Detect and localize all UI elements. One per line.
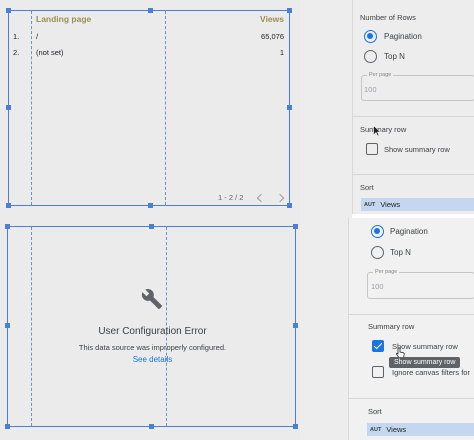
sort-field-name: Views [386, 425, 407, 434]
show-summary-row-checkbox[interactable] [366, 143, 378, 155]
sort-field-chip[interactable]: AUT Views [367, 423, 474, 436]
divider [349, 314, 474, 315]
error-message: This data source was improperly configur… [78, 343, 227, 352]
resize-handle[interactable] [287, 8, 292, 13]
wrench-icon [141, 289, 163, 310]
sort-heading: Sort [360, 183, 374, 192]
resize-handle[interactable] [149, 224, 154, 229]
resize-handle[interactable] [6, 203, 11, 208]
pagination-radio-label[interactable]: Pagination [384, 32, 422, 41]
column-header-landing-page[interactable]: Landing page [36, 14, 91, 24]
per-page-value[interactable]: 100 [364, 85, 377, 94]
pagination-radio[interactable] [364, 30, 377, 43]
per-page-caption: Per page [367, 72, 394, 78]
resize-handle[interactable] [293, 323, 298, 328]
resize-handle[interactable] [287, 203, 292, 208]
topn-radio-label[interactable]: Top N [384, 52, 405, 61]
tooltip: Show summary row [389, 357, 461, 368]
cell-views: 1 [279, 48, 284, 57]
cell-landing-page: (not set) [36, 48, 64, 57]
resize-handle[interactable] [5, 323, 10, 328]
field-type-badge: AUT [364, 201, 376, 208]
column-guide [31, 11, 32, 205]
show-summary-row-checkbox[interactable] [372, 340, 384, 352]
ignore-canvas-filters-checkbox[interactable] [372, 366, 384, 378]
column-header-views[interactable]: Views [260, 14, 284, 24]
per-page-field[interactable] [361, 75, 474, 101]
chevron-right-icon[interactable] [275, 193, 285, 203]
resize-handle[interactable] [148, 8, 153, 13]
ignore-canvas-filters-label[interactable]: Ignore canvas filters for [392, 368, 470, 377]
see-details-link[interactable]: See details [8, 355, 297, 364]
resize-handle[interactable] [287, 105, 292, 110]
resize-handle[interactable] [5, 424, 10, 429]
resize-handle[interactable] [149, 424, 154, 429]
show-summary-row-label[interactable]: Show summary row [384, 145, 450, 154]
pagination-label: 1 - 2 / 2 [218, 193, 244, 202]
per-page-value[interactable]: 100 [371, 282, 384, 291]
divider [353, 116, 474, 117]
resize-handle[interactable] [293, 424, 298, 429]
pagination-radio[interactable] [371, 225, 384, 238]
summary-row-heading: Summary row [360, 125, 407, 134]
topn-radio[interactable] [371, 246, 384, 259]
mouse-pointer-icon [373, 125, 381, 137]
resize-handle[interactable] [6, 8, 11, 13]
sort-heading: Sort [368, 407, 382, 416]
style-properties-panel: Pagination Top N Per page 100 Summary ro… [348, 218, 474, 440]
pagination-radio-label[interactable]: Pagination [390, 227, 428, 236]
resize-handle[interactable] [5, 224, 10, 229]
table-chart[interactable]: Landing page Views 1. / 65,076 2. (not s… [6, 8, 292, 208]
per-page-caption: Per page [373, 269, 400, 275]
summary-row-heading: Summary row [368, 322, 415, 331]
resize-handle[interactable] [148, 203, 153, 208]
cell-views: 65,076 [261, 32, 284, 41]
canvas-margin [300, 0, 352, 440]
sort-field-name: Views [380, 200, 401, 209]
sort-field-chip[interactable]: AUT Views [361, 198, 474, 211]
topn-radio-label[interactable]: Top N [390, 248, 411, 257]
error-title: User Configuration Error [98, 326, 207, 337]
number-of-rows-heading: Number of Rows [360, 13, 416, 22]
row-index: 1. [13, 32, 20, 41]
table-chart-error[interactable]: User Configuration Error This data sourc… [5, 224, 298, 429]
divider [349, 398, 474, 399]
resize-handle[interactable] [293, 224, 298, 229]
topn-radio[interactable] [364, 50, 377, 63]
cell-landing-page: / [36, 32, 39, 41]
column-guide [165, 11, 166, 205]
resize-handle[interactable] [6, 105, 11, 110]
row-index: 2. [13, 48, 20, 57]
style-properties-panel: Number of Rows Pagination Top N Per page… [352, 0, 474, 214]
field-type-badge: AUT [370, 426, 382, 433]
chevron-left-icon[interactable] [256, 193, 266, 203]
divider [353, 174, 474, 175]
